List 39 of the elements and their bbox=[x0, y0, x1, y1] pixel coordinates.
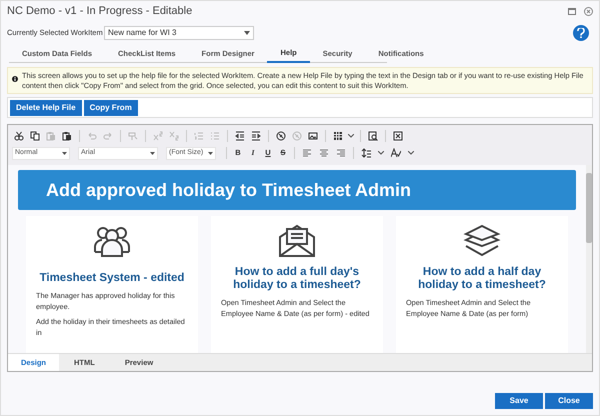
envelope-icon bbox=[278, 224, 316, 258]
maximize-icon[interactable] bbox=[568, 8, 576, 14]
card-title: How to add a half day holiday to a timesheet? bbox=[417, 266, 547, 292]
card-title: Timesheet System - edited bbox=[38, 272, 186, 285]
window-title: NC Demo - v1 - In Progress - Editable bbox=[7, 4, 192, 19]
caret-icon[interactable] bbox=[348, 134, 354, 138]
spellcheck-icon[interactable] bbox=[391, 148, 401, 158]
footer-button[interactable]: Save bbox=[495, 393, 543, 409]
help-icon[interactable] bbox=[573, 25, 589, 41]
action-button[interactable]: Delete Help File bbox=[10, 100, 82, 116]
align-left-icon[interactable] bbox=[303, 149, 311, 157]
layers-icon bbox=[463, 224, 501, 258]
caret-icon bbox=[244, 31, 250, 35]
image-icon[interactable] bbox=[308, 130, 318, 140]
caret-icon[interactable] bbox=[378, 151, 384, 155]
title-banner: Add approved holiday to Timesheet Admin bbox=[18, 170, 576, 210]
cut-icon[interactable] bbox=[14, 130, 24, 140]
workitem-dropdown[interactable]: New name for WI 3 bbox=[104, 26, 254, 40]
card-title: How to add a full day's holiday to a timesheet? bbox=[232, 266, 362, 292]
people-icon bbox=[93, 224, 131, 258]
align-right-icon[interactable] bbox=[337, 149, 345, 157]
copy-icon[interactable] bbox=[30, 130, 40, 140]
caret-icon bbox=[150, 152, 155, 154]
action-button[interactable]: Copy From bbox=[84, 100, 138, 116]
indent-icon[interactable] bbox=[251, 130, 261, 140]
caret-icon bbox=[208, 152, 213, 154]
caret-icon[interactable] bbox=[408, 151, 414, 155]
dropdown-value: New name for WI 3 bbox=[108, 27, 178, 39]
caret-icon bbox=[62, 152, 67, 154]
footer-button[interactable]: Close bbox=[545, 393, 593, 409]
table-icon[interactable] bbox=[333, 130, 343, 140]
scrollbar[interactable] bbox=[586, 165, 592, 353]
close-icon[interactable] bbox=[584, 6, 593, 16]
find-icon[interactable] bbox=[368, 130, 378, 140]
info-icon bbox=[12, 76, 18, 82]
outdent-icon[interactable] bbox=[235, 130, 245, 140]
paste-icon[interactable] bbox=[62, 130, 72, 140]
align-center-icon[interactable] bbox=[320, 149, 328, 157]
line-height-icon[interactable] bbox=[361, 148, 371, 158]
